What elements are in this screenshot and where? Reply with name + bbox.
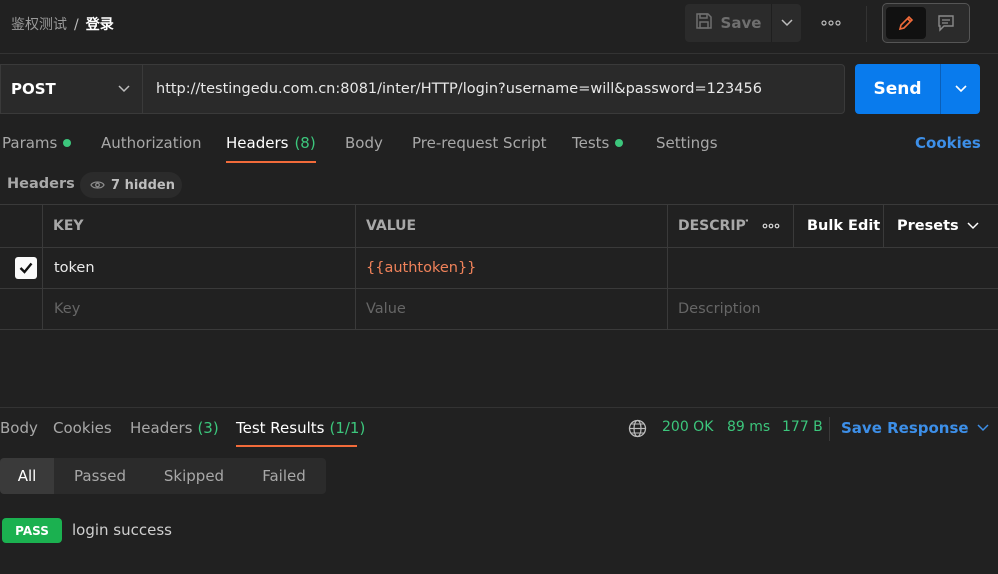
tab-body[interactable]: Body (345, 134, 383, 152)
description-input[interactable]: Description (678, 288, 761, 329)
response-size[interactable]: 177 B (782, 419, 823, 435)
column-divider (883, 205, 884, 247)
bulk-edit-button[interactable]: Bulk Edit (807, 205, 880, 247)
method-label: POST (11, 80, 56, 98)
tab-settings[interactable]: Settings (656, 134, 718, 152)
column-divider (793, 205, 794, 247)
response-tab-test-results[interactable]: Test Results (1/1) (236, 419, 365, 437)
chevron-down-icon (780, 19, 793, 27)
save-icon (695, 12, 713, 34)
hidden-headers-toggle[interactable]: 7 hidden (80, 172, 182, 198)
save-button[interactable]: Save (685, 4, 771, 42)
value-input[interactable]: Value (366, 288, 406, 329)
breadcrumb-current[interactable]: 登录 (86, 17, 114, 33)
active-tab-indicator (226, 161, 316, 163)
column-header-value: VALUE (366, 218, 417, 234)
url-input[interactable]: http://testingedu.com.cn:8081/inter/HTTP… (142, 64, 845, 114)
test-result-name: login success (72, 521, 172, 539)
eye-icon (90, 181, 105, 189)
send-dropdown-button[interactable] (940, 64, 980, 114)
save-dropdown-button[interactable] (771, 4, 801, 42)
header-value-cell[interactable]: {{authtoken}} (366, 247, 476, 288)
filter-skipped[interactable]: Skipped (146, 458, 242, 494)
row-divider (0, 329, 998, 330)
meta-divider (829, 417, 830, 441)
row-divider (0, 247, 998, 248)
checkbox[interactable] (15, 256, 37, 279)
key-input[interactable]: Key (54, 288, 80, 329)
more-options-button[interactable] (816, 12, 846, 34)
chevron-down-icon (977, 424, 989, 432)
response-status[interactable]: 200 OK (662, 419, 713, 435)
toolbar-divider (866, 6, 867, 42)
column-header-key: KEY (53, 218, 84, 234)
comment-mode-button[interactable] (926, 7, 966, 39)
chevron-down-icon (967, 222, 979, 230)
save-response-dropdown[interactable]: Save Response (841, 419, 989, 437)
filter-passed[interactable]: Passed (54, 458, 146, 494)
tab-tests[interactable]: Tests (572, 134, 624, 152)
edit-mode-button[interactable] (886, 7, 926, 39)
row-divider (0, 288, 998, 289)
tab-headers[interactable]: Headers (8) (226, 134, 316, 152)
ellipsis-icon (762, 223, 779, 229)
tab-pre-request-script[interactable]: Pre-request Script (412, 134, 547, 152)
chevron-down-icon (954, 85, 967, 93)
column-divider (42, 205, 43, 329)
breadcrumb: 鉴权测试 / 登录 (11, 14, 114, 34)
header-divider (0, 53, 998, 54)
breadcrumb-parent[interactable]: 鉴权测试 (11, 17, 67, 33)
column-divider (667, 205, 668, 329)
column-header-description: DESCRIPTION (678, 218, 748, 234)
pass-badge: PASS (2, 518, 62, 543)
row-checkbox[interactable] (15, 247, 37, 288)
response-tab-body[interactable]: Body (0, 419, 38, 437)
column-divider (355, 205, 356, 329)
response-time[interactable]: 89 ms (727, 419, 770, 435)
active-tab-indicator (236, 445, 357, 447)
headers-section-title: Headers (7, 176, 75, 192)
comment-icon (938, 15, 954, 32)
headers-table: KEY VALUE DESCRIPTION Bulk Edit Presets … (0, 204, 998, 330)
breadcrumb-separator: / (74, 17, 79, 33)
status-dot (63, 139, 72, 147)
status-dot (615, 139, 624, 147)
presets-dropdown[interactable]: Presets (897, 205, 979, 247)
pencil-icon (898, 15, 914, 31)
globe-icon[interactable] (628, 419, 647, 442)
check-icon (19, 262, 33, 274)
method-select[interactable]: POST (0, 64, 142, 114)
tab-authorization[interactable]: Authorization (101, 134, 201, 152)
pane-divider[interactable] (0, 407, 998, 408)
cookies-link[interactable]: Cookies (915, 134, 981, 152)
ellipsis-icon (821, 20, 841, 26)
send-button[interactable]: Send (855, 64, 940, 114)
column-options-button[interactable] (748, 205, 793, 247)
chevron-down-icon (118, 85, 130, 93)
filter-failed[interactable]: Failed (242, 458, 326, 494)
filter-all[interactable]: All (0, 458, 54, 494)
save-label: Save (720, 14, 762, 32)
tab-params[interactable]: Params (2, 134, 72, 152)
response-tab-headers[interactable]: Headers (3) (130, 419, 219, 437)
header-key-cell[interactable]: token (54, 247, 95, 288)
response-tab-cookies[interactable]: Cookies (53, 419, 112, 437)
